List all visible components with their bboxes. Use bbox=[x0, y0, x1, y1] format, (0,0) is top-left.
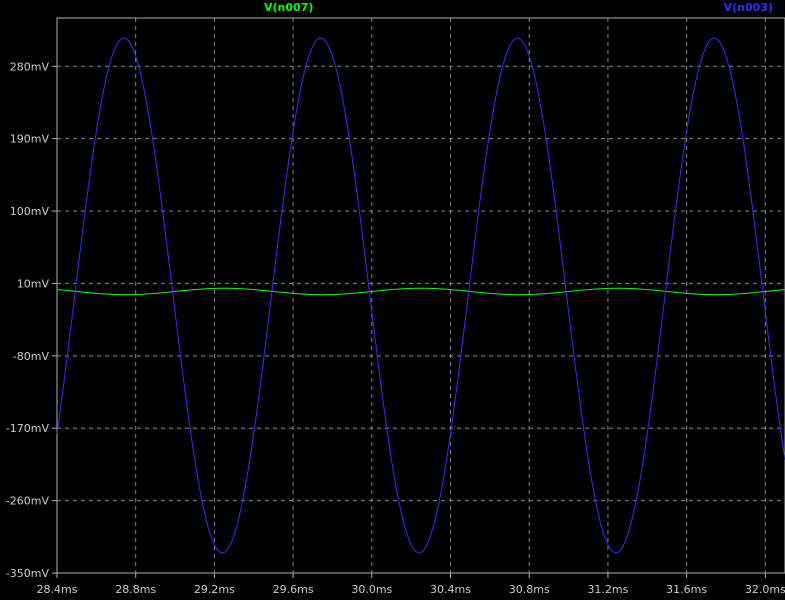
y-tick-label: 280mV bbox=[10, 60, 50, 73]
legend-series-v-n003[interactable]: V(n003) bbox=[724, 1, 773, 14]
x-tick-label: 32.0ms bbox=[745, 583, 785, 596]
x-tick-label: 31.2ms bbox=[587, 583, 628, 596]
x-tick-label: 29.2ms bbox=[194, 583, 235, 596]
x-tick-label: 28.8ms bbox=[115, 583, 156, 596]
x-tick-label: 29.6ms bbox=[273, 583, 314, 596]
legend-series-v-n007[interactable]: V(n007) bbox=[264, 1, 313, 14]
y-tick-label: 10mV bbox=[17, 277, 50, 290]
waveform-plot[interactable]: 280mV 190mV 100mV 10mV -80mV -170mV -260mV -350… bbox=[0, 0, 785, 600]
y-tick-label: 190mV bbox=[10, 133, 50, 146]
x-tick-label: 28.4ms bbox=[37, 583, 78, 596]
x-tick-label: 30.4ms bbox=[430, 583, 471, 596]
y-tick-label: -80mV bbox=[13, 350, 50, 363]
x-axis-ticks: 28.4ms 28.8ms 29.2ms 29.6ms 30.0ms 30.4ms 30.8… bbox=[37, 573, 785, 596]
plot-frame bbox=[56, 17, 785, 574]
y-tick-label: -350mV bbox=[6, 567, 50, 580]
x-tick-label: 30.0ms bbox=[351, 583, 392, 596]
x-tick-label: 31.6ms bbox=[666, 583, 707, 596]
y-tick-label: -260mV bbox=[6, 495, 50, 508]
y-axis-ticks: 280mV 190mV 100mV 10mV -80mV -170mV -260mV -350… bbox=[6, 60, 57, 580]
x-tick-label: 30.8ms bbox=[509, 583, 550, 596]
y-tick-label: -170mV bbox=[6, 422, 50, 435]
y-tick-label: 100mV bbox=[10, 205, 50, 218]
